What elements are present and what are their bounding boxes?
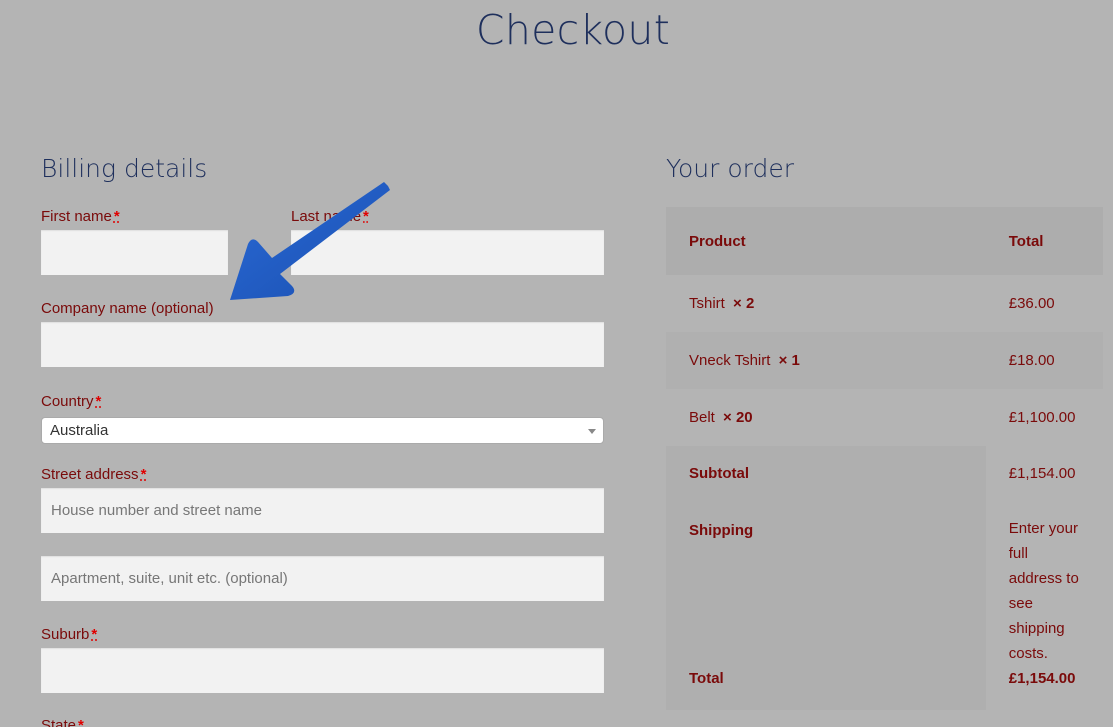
order-total-label: Total (666, 666, 986, 710)
required-marker: * (91, 626, 98, 643)
order-item-qty: × 2 (733, 295, 755, 312)
street-address-label-text: Street address (41, 466, 139, 483)
street-address-input[interactable] (41, 488, 604, 533)
order-item-total: £18.00 (1008, 352, 1055, 369)
order-item-name: Vneck Tshirt (689, 352, 771, 369)
order-item-product: Vneck Tshirt × 1 (666, 332, 986, 389)
first-name-label: First name * (41, 208, 120, 225)
required-marker: * (363, 208, 369, 225)
your-order-heading: Your order (666, 154, 794, 183)
subtotal-value: £1,154.00 (1008, 465, 1076, 482)
total-column-header: Total (1008, 232, 1044, 250)
required-marker: * (140, 466, 147, 483)
last-name-label-text: Last name (291, 208, 362, 225)
subtotal-row: Subtotal £1,154.00 (666, 446, 1103, 503)
state-label: State * (41, 717, 84, 727)
suburb-input[interactable] (41, 648, 604, 693)
last-name-input[interactable] (291, 230, 604, 275)
order-item-total: £1,100.00 (1008, 409, 1076, 426)
first-name-input[interactable] (41, 230, 228, 275)
product-column-header: Product (689, 232, 746, 250)
order-item-row: Vneck Tshirt × 1 £18.00 (666, 332, 1103, 389)
company-name-label-text: Company name (optional) (41, 300, 214, 317)
street-address-label: Street address * (41, 466, 146, 483)
subtotal-label: Subtotal (666, 446, 986, 503)
chevron-down-icon (588, 429, 596, 434)
shipping-label: Shipping (666, 503, 986, 666)
order-item-qty: × 1 (778, 352, 800, 369)
first-name-label-text: First name (41, 208, 112, 225)
order-total-value: £1,154.00 (1008, 670, 1076, 687)
country-selected-value: Australia (50, 422, 109, 439)
order-item-product: Tshirt × 2 (666, 275, 986, 332)
order-item-name: Tshirt (689, 295, 725, 312)
order-item-row: Belt × 20 £1,100.00 (666, 389, 1103, 446)
suburb-label: Suburb * (41, 626, 97, 643)
order-total-row: Total £1,154.00 (666, 666, 1103, 710)
order-item-total: £36.00 (1008, 295, 1055, 312)
order-item-row: Tshirt × 2 £36.00 (666, 275, 1103, 332)
order-item-qty: × 20 (723, 409, 753, 426)
country-label-text: Country (41, 393, 94, 410)
order-review-table: Product Total Tshirt × 2 £36.00 Vneck Ts… (666, 207, 1103, 710)
suburb-label-text: Suburb (41, 626, 90, 643)
page-title: Checkout (475, 6, 671, 54)
shipping-message: Enter your full address to see shipping … (1008, 520, 1079, 662)
required-marker: * (113, 208, 120, 225)
country-select[interactable]: Australia (41, 417, 604, 444)
order-item-product: Belt × 20 (666, 389, 986, 446)
order-item-name: Belt (689, 409, 715, 426)
company-name-input[interactable] (41, 322, 604, 367)
country-label: Country * (41, 393, 101, 410)
shipping-row: Shipping Enter your full address to see … (666, 503, 1103, 666)
state-label-text: State (41, 717, 77, 727)
order-table-header: Product Total (666, 207, 1103, 275)
last-name-label: Last name * (291, 208, 369, 225)
billing-details-heading: Billing details (41, 154, 208, 183)
required-marker: * (95, 393, 102, 410)
required-marker: * (78, 717, 84, 727)
company-name-label: Company name (optional) (41, 300, 214, 317)
street-address-2-input[interactable] (41, 556, 604, 601)
